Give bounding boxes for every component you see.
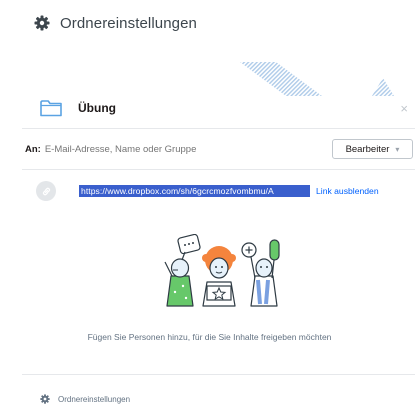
person-right xyxy=(241,239,280,307)
folder-name: Übung xyxy=(78,101,116,115)
share-link-url[interactable]: https://www.dropbox.com/sh/6gcrcmozfvomb… xyxy=(79,185,310,197)
divider xyxy=(22,169,415,170)
page-header: Ordnereinstellungen xyxy=(34,12,197,34)
link-icon xyxy=(36,181,56,201)
person-left xyxy=(164,234,201,307)
folder-settings-label: Ordnereinstellungen xyxy=(58,394,131,404)
hide-link-button[interactable]: Link ausblenden xyxy=(316,186,379,196)
gear-icon xyxy=(34,15,50,31)
folder-settings-link[interactable]: Ordnereinstellungen xyxy=(40,392,130,405)
folder-icon xyxy=(40,100,62,117)
invite-row: An: Bearbeiter ▾ xyxy=(25,137,413,161)
gear-icon xyxy=(40,394,50,404)
chevron-down-icon: ▾ xyxy=(395,144,400,154)
recipient-input[interactable] xyxy=(44,143,275,155)
divider xyxy=(22,374,415,375)
modal-header: Übung × xyxy=(40,92,412,124)
permission-dropdown[interactable]: Bearbeiter ▾ xyxy=(332,139,413,159)
divider xyxy=(22,128,415,129)
share-link-row: https://www.dropbox.com/sh/6gcrcmozfvomb… xyxy=(36,180,416,202)
person-middle xyxy=(202,246,236,307)
close-icon[interactable]: × xyxy=(400,101,408,116)
empty-state-message: Fügen Sie Personen hinzu, für die Sie In… xyxy=(87,332,332,342)
to-label: An: xyxy=(25,143,41,155)
page-title: Ordnereinstellungen xyxy=(60,14,197,32)
people-illustration xyxy=(164,234,280,307)
permission-label: Bearbeiter xyxy=(345,143,390,155)
